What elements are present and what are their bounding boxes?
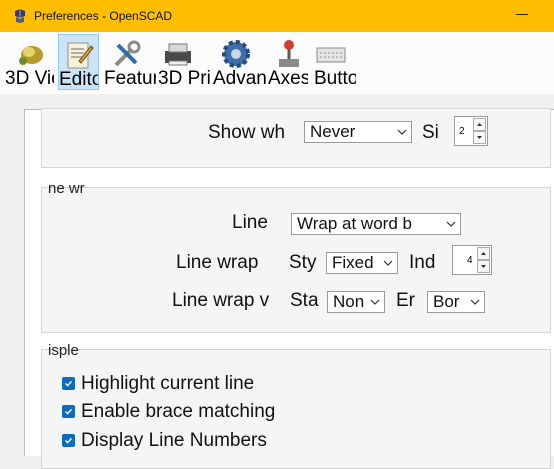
indentation-group: Show wh Never Si 2 (41, 108, 551, 168)
tab-label: Buttons (314, 68, 356, 89)
tab-label: 3D Print (158, 68, 212, 89)
tab-label: Features (104, 68, 156, 89)
arrow-up-icon (477, 123, 482, 126)
tab-editor[interactable]: Editor (58, 34, 99, 90)
line-wrap-value: Wrap at word b (297, 214, 412, 233)
show-whitespace-value: Never (310, 122, 356, 141)
checkbox-label: Highlight current line (81, 373, 255, 394)
line-wrap-group: ne wr Line Wrap at word b Line wrap Sty … (41, 180, 551, 333)
spin-down-button[interactable] (473, 131, 486, 144)
gear-icon (222, 40, 250, 68)
checkbox-label: Display Line Numbers (81, 430, 267, 451)
chevron-down-icon (383, 260, 393, 266)
chevron-down-icon (470, 299, 480, 305)
start-value: Non (333, 292, 365, 311)
line-wrap-label: Line (232, 212, 268, 233)
indent-label: Ind (409, 252, 436, 273)
features-icon (114, 40, 141, 67)
tab-buttons[interactable]: Buttons (308, 34, 356, 90)
tab-axes[interactable]: Axes (268, 34, 308, 90)
openscad-app-icon (15, 9, 25, 23)
size-label: Si (422, 122, 439, 143)
tab-advanced[interactable]: Advanced (213, 34, 267, 90)
spin-up-button[interactable] (473, 118, 486, 131)
tab-3d-view[interactable]: 3D View (0, 34, 54, 90)
line-wrap-group-title: ne wr (48, 180, 85, 197)
preferences-toolbar: 3D View Editor Features 3D Print (0, 32, 554, 94)
end-label: Er (396, 290, 415, 311)
title-bar: Preferences - OpenSCAD (0, 0, 554, 32)
wrap-visual-start-select[interactable]: Non (327, 291, 385, 313)
line-wrap-select[interactable]: Wrap at word b (291, 213, 461, 235)
tab-label: 3D View (5, 68, 54, 89)
chevron-down-icon (446, 221, 456, 227)
spin-down-button[interactable] (477, 260, 490, 273)
keyboard-icon (316, 47, 346, 63)
checkbox-label: Enable brace matching (81, 401, 276, 422)
line-wrap-visual-label: Line wrap v (172, 290, 270, 311)
spin-up-button[interactable] (477, 247, 490, 260)
joystick-icon (279, 40, 299, 67)
indent-spinbox[interactable]: 4 (452, 245, 492, 275)
chevron-down-icon (370, 299, 380, 305)
size-value: 2 (459, 126, 465, 137)
size-spinbox[interactable]: 2 (454, 116, 488, 146)
display-group: isple Highlight current line Enable brac… (41, 342, 551, 469)
indent-value: 4 (467, 255, 473, 266)
editor-settings-panel: Show wh Never Si 2 ne wr Line Wrap at wo… (24, 108, 554, 469)
window-title: Preferences - OpenSCAD (34, 9, 173, 23)
checkbox-checked-icon[interactable] (62, 405, 75, 418)
show-whitespace-select[interactable]: Never (304, 121, 412, 143)
tab-label: Editor (59, 69, 98, 90)
style-label: Sty (289, 252, 317, 273)
tab-label: Advanced (213, 68, 267, 89)
end-value: Bor (433, 292, 460, 311)
display-group-title: isple (48, 342, 79, 359)
line-wrap-indent-style-select[interactable]: Fixed (326, 252, 398, 274)
chevron-down-icon (397, 129, 407, 135)
printer-icon (165, 43, 191, 66)
show-whitespace-label: Show wh (208, 122, 286, 143)
arrow-up-icon (481, 252, 486, 255)
tab-features[interactable]: Features (104, 34, 156, 90)
tab-label: Axes (268, 68, 308, 89)
minimize-button[interactable] (516, 14, 528, 15)
checkbox-checked-icon[interactable] (62, 434, 75, 447)
style-value: Fixed (332, 253, 374, 272)
arrow-down-icon (481, 265, 486, 268)
tab-3d-print[interactable]: 3D Print (158, 34, 212, 90)
checkbox-checked-icon[interactable] (62, 377, 75, 390)
arrow-down-icon (477, 136, 482, 139)
start-label: Sta (290, 290, 319, 311)
line-wrap-indent-label: Line wrap (176, 252, 259, 273)
wrap-visual-end-select[interactable]: Bor (427, 291, 485, 313)
editor-icon (67, 42, 94, 69)
3d-view-icon (19, 46, 43, 65)
